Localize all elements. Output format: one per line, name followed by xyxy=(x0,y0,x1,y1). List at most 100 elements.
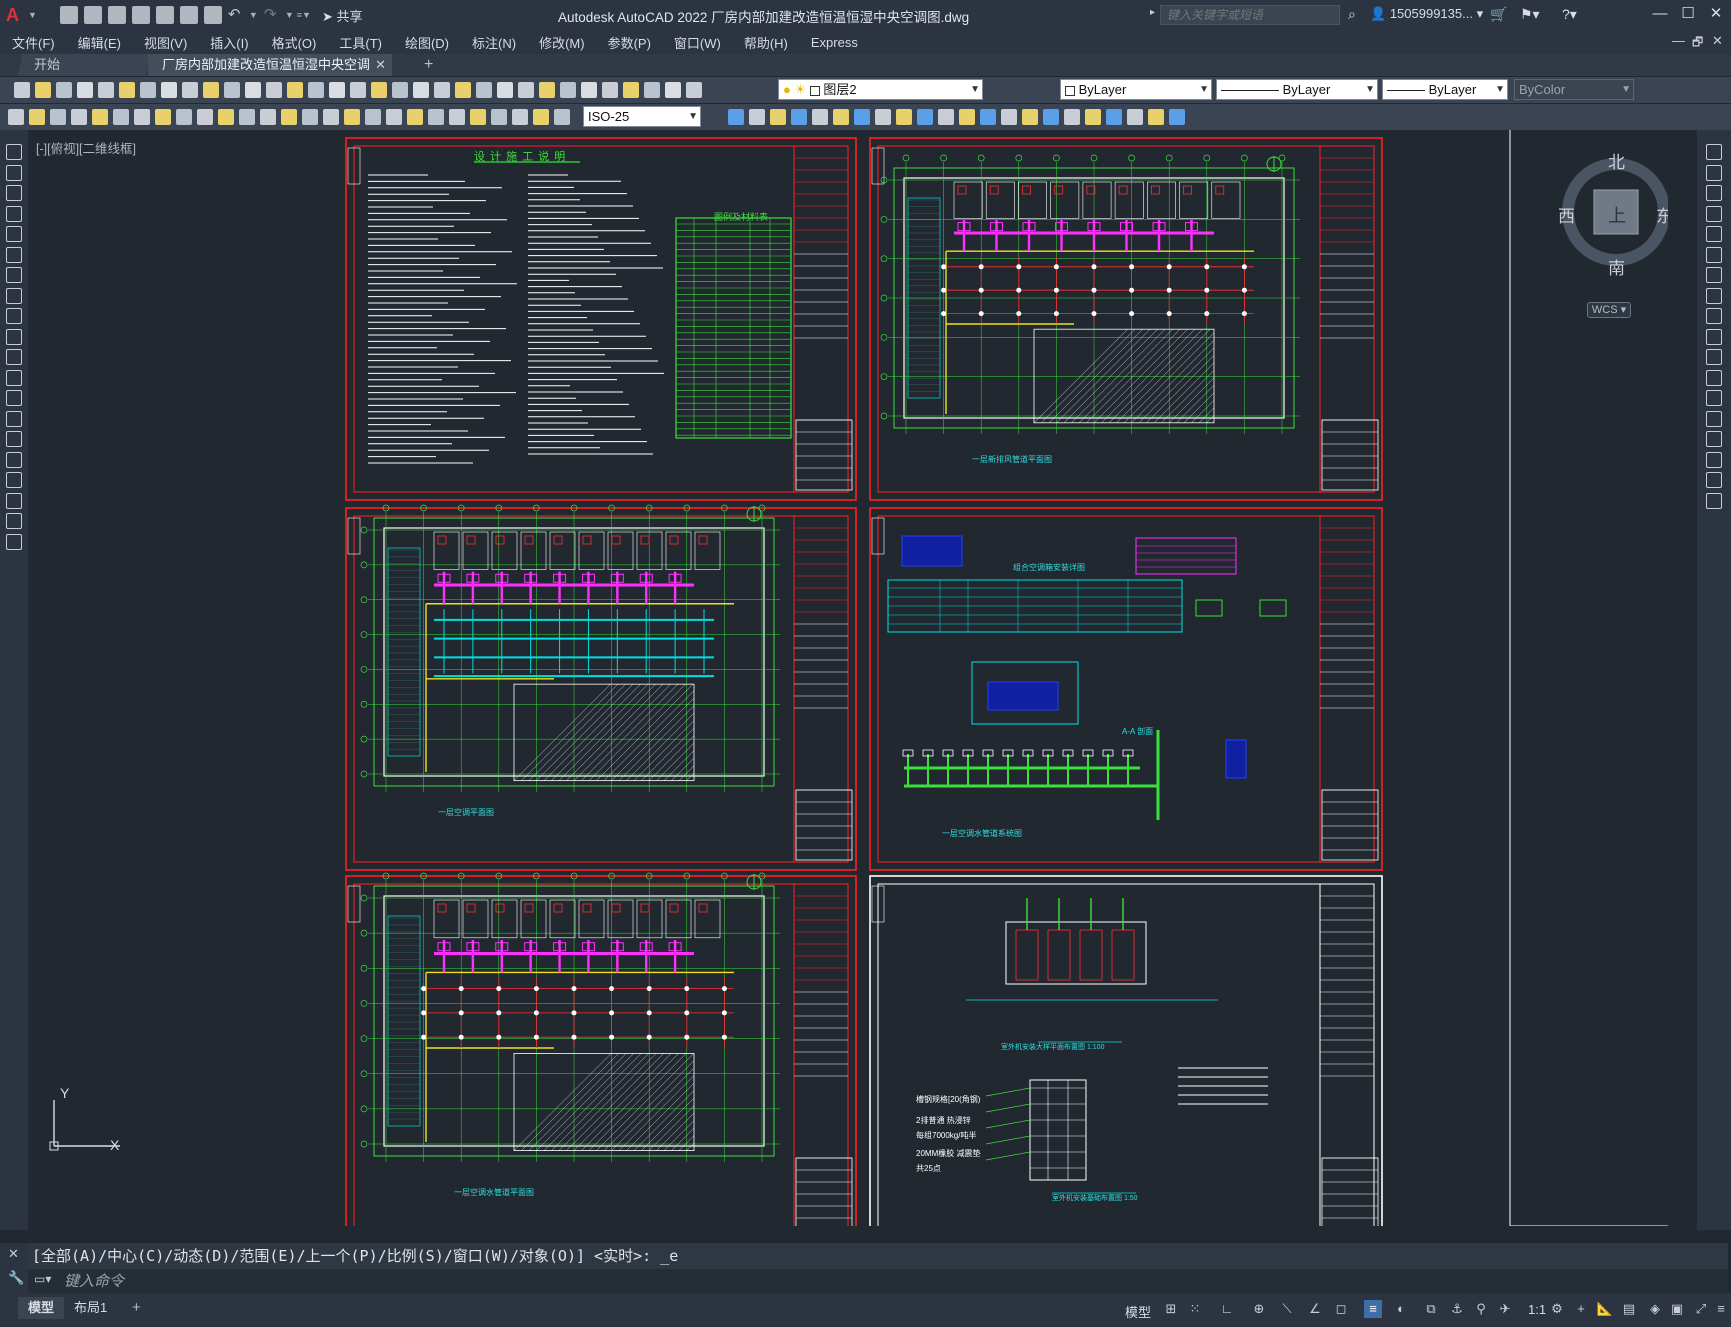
lineweight-dropdown[interactable]: ByLayer ▼ xyxy=(1382,79,1508,100)
plotstyle-dropdown[interactable]: ByColor ▼ xyxy=(1514,79,1634,100)
ordinate-icon[interactable] xyxy=(92,109,108,125)
save-as-icon[interactable] xyxy=(131,6,150,24)
help-icon[interactable]: ?▾ xyxy=(1562,6,1577,23)
snap-icon[interactable]: ⁙ xyxy=(1186,1300,1204,1318)
menu-help[interactable]: 帮助(H) xyxy=(744,33,788,52)
center-icon[interactable] xyxy=(323,109,339,125)
annotation-scale[interactable]: 1:1 xyxy=(1528,1302,1546,1317)
grid-icon[interactable]: ⊞ xyxy=(1162,1300,1180,1318)
isolate-icon[interactable]: ◈ xyxy=(1646,1300,1664,1318)
publish-icon[interactable] xyxy=(119,82,135,98)
transparency-icon[interactable]: ◐ xyxy=(1392,1300,1410,1318)
compass-south[interactable]: 南 xyxy=(1608,254,1625,279)
paste-icon[interactable] xyxy=(182,82,198,98)
rotate-icon[interactable] xyxy=(1706,267,1722,283)
viewcube-face-top[interactable]: 上 xyxy=(1608,202,1626,228)
hatch-icon[interactable] xyxy=(6,410,22,427)
preview-icon[interactable] xyxy=(665,82,681,98)
save-icon[interactable] xyxy=(623,82,639,98)
dim-icon[interactable] xyxy=(8,109,24,125)
tab-document[interactable]: 厂房内部加建改造恒温恒湿中央空调图* ✕ xyxy=(148,54,392,94)
line-icon[interactable] xyxy=(6,533,22,550)
tab-close-icon[interactable]: ✕ xyxy=(375,54,386,76)
add-layout-button[interactable]: + xyxy=(122,1297,151,1319)
autocad-logo[interactable]: A xyxy=(6,4,28,26)
line-icon[interactable] xyxy=(6,144,22,160)
menu-view[interactable]: 视图(V) xyxy=(144,33,187,52)
ordinate-icon[interactable] xyxy=(533,109,549,125)
user-account[interactable]: 👤 1505999135... ▾ xyxy=(1370,6,1483,22)
layer-props-icon[interactable] xyxy=(518,82,534,98)
erase-icon[interactable] xyxy=(1706,144,1722,160)
open-icon[interactable] xyxy=(35,82,51,98)
redo-caret-icon[interactable]: ▼ xyxy=(285,10,294,20)
pline-icon[interactable] xyxy=(6,164,22,181)
inspect-icon[interactable] xyxy=(344,109,360,125)
gradient-icon[interactable] xyxy=(6,431,22,447)
app-menu-caret-icon[interactable]: ▼ xyxy=(28,10,37,20)
jog-icon[interactable] xyxy=(365,109,381,125)
extend-icon[interactable] xyxy=(1706,349,1722,365)
layer-tool-icon[interactable] xyxy=(875,109,891,125)
selection-cycle-icon[interactable]: ⧉ xyxy=(1422,1300,1440,1318)
arc-icon[interactable] xyxy=(6,226,22,242)
compass-east[interactable]: 东 xyxy=(1656,202,1668,227)
layer-tool-icon[interactable] xyxy=(938,109,954,125)
continue-icon[interactable] xyxy=(239,109,255,125)
viewport-controls[interactable]: [-][俯视][二维线框] xyxy=(36,138,136,157)
break-icon[interactable] xyxy=(281,109,297,125)
match-icon[interactable] xyxy=(203,82,219,98)
redo-icon[interactable]: ↷ xyxy=(264,6,282,24)
linetype-dropdown[interactable]: ByLayer ▼ xyxy=(1216,79,1378,100)
aligned-dim-icon[interactable] xyxy=(491,109,507,125)
menu-window[interactable]: 窗口(W) xyxy=(674,33,721,52)
units-icon[interactable]: 📐 xyxy=(1596,1300,1614,1318)
baseline-icon[interactable] xyxy=(218,109,234,125)
layer-tool-icon[interactable] xyxy=(1106,109,1122,125)
layer-tool-icon[interactable] xyxy=(749,109,765,125)
new-file-icon[interactable] xyxy=(59,6,78,24)
color-dropdown[interactable]: ByLayer ▼ xyxy=(1060,79,1212,100)
radius-icon[interactable] xyxy=(113,109,129,125)
chamfer-icon[interactable] xyxy=(1706,431,1722,447)
region-icon[interactable] xyxy=(6,451,22,468)
wcs-menu[interactable]: WCS ▾ xyxy=(1587,302,1631,318)
polar-icon[interactable]: ⊕ xyxy=(1250,1300,1268,1318)
menu-draw[interactable]: 绘图(D) xyxy=(405,33,449,52)
hardware-accel-icon[interactable]: ▣ xyxy=(1668,1300,1686,1318)
menu-modify[interactable]: 修改(M) xyxy=(539,33,585,52)
menu-tools[interactable]: 工具(T) xyxy=(339,33,382,52)
make-block-icon[interactable] xyxy=(6,369,22,386)
tolerance-icon[interactable] xyxy=(302,109,318,125)
layer-tool-icon[interactable] xyxy=(1022,109,1038,125)
doc-restore-button[interactable]: 🗗 xyxy=(1692,33,1703,54)
layer-tool-icon[interactable] xyxy=(854,109,870,125)
explode-icon[interactable] xyxy=(1706,492,1722,509)
zoom-prev-icon[interactable] xyxy=(350,82,366,98)
spline-icon[interactable] xyxy=(6,287,22,304)
undo-icon[interactable] xyxy=(245,82,261,98)
trim-icon[interactable] xyxy=(1706,328,1722,345)
autodesk-app-icon[interactable]: ⚑▾ xyxy=(1520,6,1540,23)
layer-tool-icon[interactable] xyxy=(1085,109,1101,125)
new-icon[interactable] xyxy=(581,82,597,98)
open-file-icon[interactable] xyxy=(83,6,102,24)
menu-parametric[interactable]: 参数(P) xyxy=(608,33,651,52)
linear-dim-icon[interactable] xyxy=(470,109,486,125)
menu-express[interactable]: Express xyxy=(811,35,858,50)
layer-icon[interactable] xyxy=(560,82,576,98)
layer-dropdown[interactable]: ● ☀ 图层2 ▼ xyxy=(778,79,983,100)
pan-icon[interactable] xyxy=(287,82,303,98)
layer-state-icon[interactable] xyxy=(539,82,555,98)
linear-dim-icon[interactable] xyxy=(29,109,45,125)
layer-tool-icon[interactable] xyxy=(896,109,912,125)
arc-dim-icon[interactable] xyxy=(512,109,528,125)
customize-qat-icon[interactable]: ≡▼ xyxy=(297,10,311,20)
layer-tool-icon[interactable] xyxy=(728,109,744,125)
scale-icon[interactable] xyxy=(1706,287,1722,304)
dimstyle-dropdown[interactable]: ISO-25 ▼ xyxy=(583,106,701,127)
markup-icon[interactable] xyxy=(455,82,471,98)
undo-icon[interactable]: ↶ xyxy=(228,6,246,24)
isodraft-icon[interactable]: ⟍ xyxy=(1278,1300,1296,1318)
tool-palette-icon[interactable] xyxy=(413,82,429,98)
